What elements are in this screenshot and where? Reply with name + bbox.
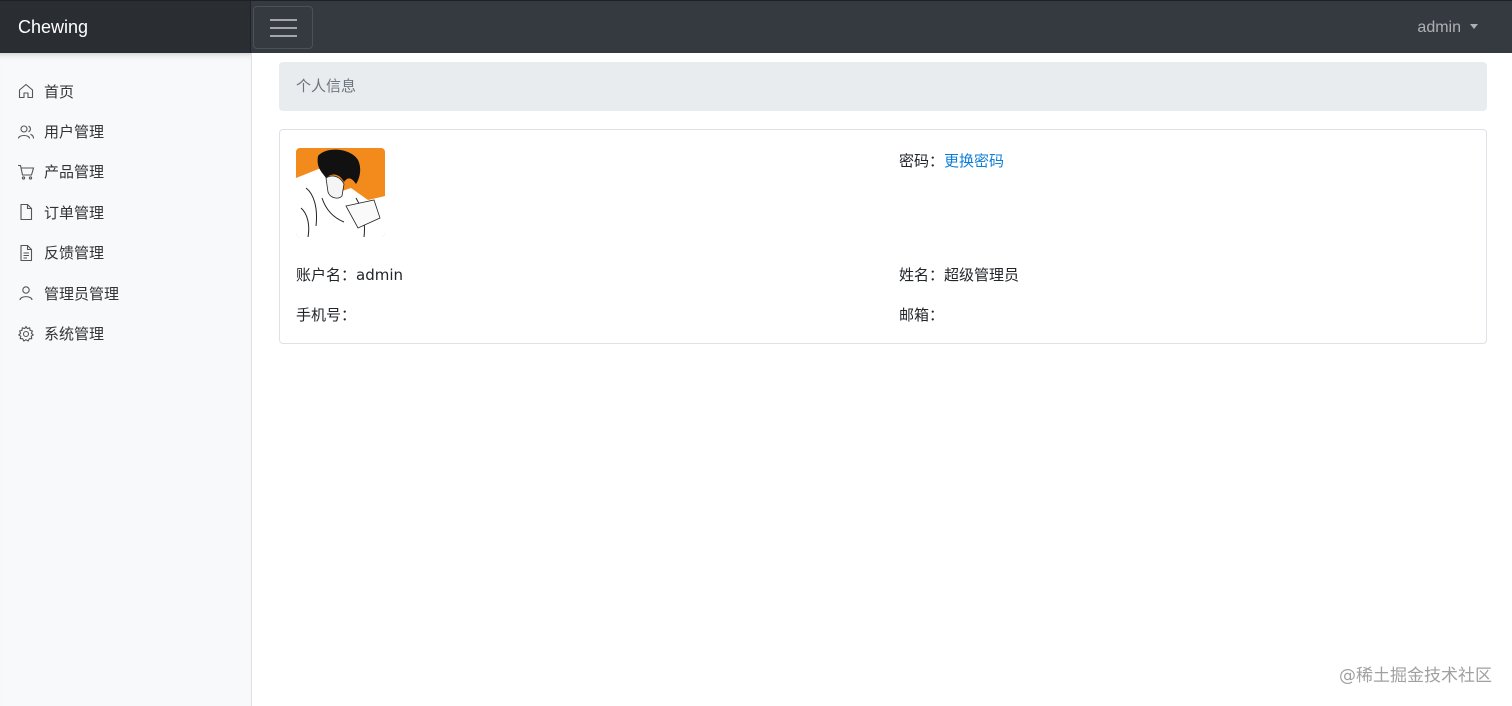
account-field: 账户名：admin: [296, 264, 403, 285]
avatar: [296, 148, 385, 237]
file-icon: [17, 203, 35, 221]
email-field: 邮箱：: [899, 304, 944, 325]
main-content: 个人信息 密码：更换密码 账户名：admin 姓名：超级管理员 手机号： 邮箱：: [279, 62, 1487, 344]
document-text-icon: [17, 244, 35, 262]
user-icon: [17, 284, 35, 302]
password-field: 密码：更换密码: [899, 150, 1004, 171]
sidebar-item-label: 用户管理: [44, 123, 105, 142]
cart-icon: [17, 163, 35, 181]
password-label: 密码：: [899, 152, 945, 170]
sidebar-item-feedback[interactable]: 反馈管理: [0, 233, 251, 273]
sidebar-item-label: 反馈管理: [44, 244, 105, 263]
email-label: 邮箱：: [899, 306, 945, 324]
user-dropdown[interactable]: admin: [1417, 1, 1478, 53]
phone-field: 手机号：: [296, 304, 356, 325]
account-value: admin: [356, 266, 404, 284]
top-navbar: Chewing admin: [0, 0, 1512, 53]
hamburger-icon-line: [270, 27, 297, 29]
name-label: 姓名：: [899, 266, 945, 284]
sidebar-item-label: 管理员管理: [44, 284, 120, 303]
gear-icon: [17, 325, 35, 343]
sidebar-item-label: 系统管理: [44, 325, 105, 344]
change-password-link[interactable]: 更换密码: [944, 152, 1004, 170]
phone-label: 手机号：: [296, 306, 357, 324]
brand-logo[interactable]: Chewing: [0, 1, 251, 53]
sidebar-item-label: 首页: [44, 82, 75, 101]
sidebar-item-orders[interactable]: 订单管理: [0, 192, 251, 232]
hamburger-icon-line: [270, 35, 297, 37]
users-icon: [17, 123, 35, 141]
sidebar-item-label: 产品管理: [44, 163, 105, 182]
home-icon: [17, 82, 35, 100]
caret-down-icon: [1470, 24, 1478, 29]
profile-card: 密码：更换密码 账户名：admin 姓名：超级管理员 手机号： 邮箱：: [279, 129, 1487, 344]
sidebar-item-system[interactable]: 系统管理: [0, 313, 251, 353]
sidebar: 首页 用户管理 产品管理 订单管理 反馈管理 管理员管理 系统管理: [0, 53, 252, 706]
watermark: @稀土掘金技术社区: [1339, 666, 1492, 686]
user-name: admin: [1417, 19, 1461, 36]
sidebar-item-users[interactable]: 用户管理: [0, 111, 251, 151]
breadcrumb: 个人信息: [279, 62, 1487, 111]
sidebar-item-admins[interactable]: 管理员管理: [0, 273, 251, 313]
account-label: 账户名：: [296, 266, 357, 284]
name-value: 超级管理员: [944, 266, 1020, 284]
name-field: 姓名：超级管理员: [899, 264, 1019, 285]
sidebar-item-home[interactable]: 首页: [0, 71, 251, 111]
hamburger-icon: [270, 19, 297, 21]
sidebar-toggle-button[interactable]: [253, 6, 313, 49]
sidebar-item-label: 订单管理: [44, 203, 105, 222]
sidebar-item-products[interactable]: 产品管理: [0, 152, 251, 192]
